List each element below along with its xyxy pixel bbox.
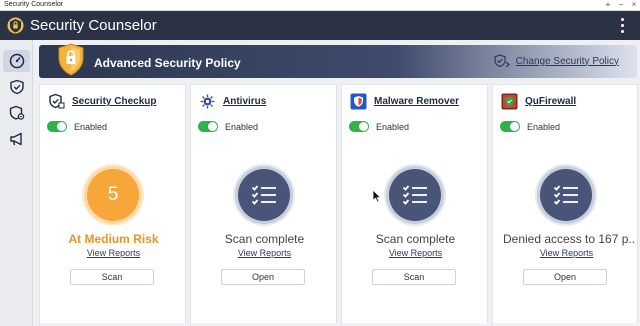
close-button[interactable]: ×	[630, 0, 638, 10]
change-security-policy-label[interactable]: Change Security Policy	[516, 56, 619, 67]
antivirus-icon	[198, 92, 217, 111]
card-title[interactable]: QuFirewall	[525, 96, 576, 107]
maximize-button[interactable]: +	[604, 0, 612, 10]
enable-toggle[interactable]	[198, 121, 218, 132]
app-title: Security Counselor	[30, 17, 157, 34]
banner-title: Advanced Security Policy	[94, 56, 241, 70]
card-header: Security Checkup	[47, 92, 156, 111]
toggle-label: Enabled	[376, 121, 410, 132]
app-logo-icon	[7, 17, 24, 34]
enable-toggle[interactable]	[500, 121, 520, 132]
window-controls: + − ×	[604, 0, 638, 10]
status-text: Denied access to 167 p...	[503, 232, 635, 246]
view-reports-link[interactable]: View Reports	[493, 248, 640, 258]
card-antivirus: Antivirus Enabled Scan complete View Rep…	[190, 84, 338, 326]
enable-toggle-row: Enabled	[500, 121, 560, 132]
status-text: At Medium Risk	[68, 232, 159, 246]
card-title[interactable]: Security Checkup	[72, 96, 156, 107]
sidebar-item-announcements[interactable]	[3, 128, 30, 150]
malware-remover-icon	[349, 92, 368, 111]
card-title[interactable]: Antivirus	[223, 96, 266, 107]
mouse-pointer-icon	[372, 189, 382, 203]
shield-gear-icon	[9, 105, 24, 120]
card-malware-remover: Malware Remover Enabled Scan complete Vi…	[341, 84, 489, 326]
enable-toggle[interactable]	[47, 121, 67, 132]
risk-score-circle: 5	[87, 169, 139, 221]
checklist-circle	[540, 169, 592, 221]
dashboard-gauge-icon	[9, 53, 24, 69]
checklist-icon	[251, 185, 276, 205]
sidebar-item-shield-settings[interactable]	[3, 102, 30, 124]
card-header: Antivirus	[198, 92, 266, 111]
enable-toggle-row: Enabled	[198, 121, 258, 132]
card-security-checkup: Security Checkup Enabled 5 At Medium Ris…	[39, 84, 187, 326]
risk-score: 5	[107, 184, 119, 205]
sidebar-item-shield-check[interactable]	[3, 76, 30, 98]
toggle-label: Enabled	[527, 121, 561, 132]
card-qufirewall: QuFirewall Enabled Denied access to 167 …	[492, 84, 640, 326]
minimize-button[interactable]: −	[617, 0, 625, 10]
toggle-label: Enabled	[225, 121, 259, 132]
status-text: Scan complete	[375, 232, 456, 246]
sidebar-item-dashboard[interactable]	[3, 50, 30, 72]
toggle-label: Enabled	[74, 121, 108, 132]
policy-banner: Advanced Security Policy Change Security…	[39, 43, 637, 78]
change-security-policy-link[interactable]: Change Security Policy	[494, 54, 619, 68]
sidebar	[0, 40, 33, 326]
view-reports-link[interactable]: View Reports	[191, 248, 338, 258]
app-header: Security Counselor	[0, 11, 640, 40]
megaphone-icon	[9, 132, 22, 146]
card-header: QuFirewall	[500, 92, 576, 111]
checklist-icon	[402, 185, 427, 205]
enable-toggle[interactable]	[349, 121, 369, 132]
open-button[interactable]: Open	[221, 269, 305, 285]
checklist-circle	[389, 169, 441, 221]
more-vertical-icon[interactable]	[618, 16, 626, 34]
shield-checkup-icon	[47, 92, 66, 111]
view-reports-link[interactable]: View Reports	[40, 248, 187, 258]
checklist-icon	[553, 185, 578, 205]
enable-toggle-row: Enabled	[47, 121, 107, 132]
scan-button[interactable]: Scan	[70, 269, 154, 285]
card-title[interactable]: Malware Remover	[374, 96, 459, 107]
shield-lock-icon	[58, 43, 84, 76]
card-header: Malware Remover	[349, 92, 459, 111]
os-window-title: Security Counselor	[4, 1, 64, 8]
status-text: Scan complete	[224, 232, 305, 246]
os-title-bar: Security Counselor + − ×	[0, 0, 640, 11]
enable-toggle-row: Enabled	[349, 121, 409, 132]
shield-swap-icon	[494, 54, 510, 68]
firewall-icon	[500, 92, 519, 111]
open-button[interactable]: Open	[523, 269, 607, 285]
checklist-circle	[238, 169, 290, 221]
shield-check-icon	[9, 79, 24, 95]
scan-button[interactable]: Scan	[372, 269, 456, 285]
view-reports-link[interactable]: View Reports	[342, 248, 489, 258]
